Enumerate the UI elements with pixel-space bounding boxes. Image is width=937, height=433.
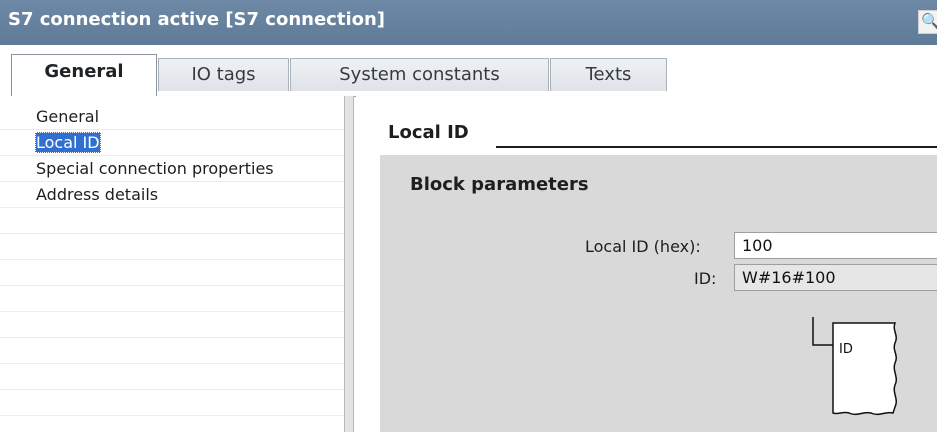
local-id-input[interactable] bbox=[734, 232, 937, 259]
tab-system-constants[interactable]: System constants bbox=[290, 58, 549, 91]
section-divider bbox=[496, 146, 937, 148]
nav-row-address-details[interactable]: Address details bbox=[0, 182, 344, 208]
nav-row-empty bbox=[0, 260, 344, 286]
content-area: Local ID Block parameters Local ID (hex)… bbox=[356, 96, 937, 432]
nav-row-general[interactable]: General bbox=[0, 104, 344, 130]
block-diagram-icon: ID bbox=[812, 317, 898, 416]
id-value-field: W#16#100 bbox=[734, 264, 937, 291]
panel-splitter[interactable] bbox=[344, 96, 354, 432]
properties-button[interactable]: 🔍 P bbox=[918, 10, 937, 34]
nav-item-general[interactable]: General bbox=[35, 106, 100, 127]
id-label: ID: bbox=[694, 269, 717, 288]
panel-title: Block parameters bbox=[410, 174, 589, 195]
window-title: S7 connection active [S7 connection] bbox=[8, 9, 386, 30]
nav-item-address-details[interactable]: Address details bbox=[35, 184, 159, 205]
nav-row-empty bbox=[0, 364, 344, 390]
nav-row-empty bbox=[0, 312, 344, 338]
properties-magnifier-icon: 🔍 bbox=[921, 12, 937, 30]
left-navigation: General Local ID Special connection prop… bbox=[0, 96, 344, 432]
nav-row-empty bbox=[0, 338, 344, 364]
nav-item-special-connection-properties[interactable]: Special connection properties bbox=[35, 158, 275, 179]
nav-row-local-id[interactable]: Local ID bbox=[0, 130, 344, 156]
local-id-label: Local ID (hex): bbox=[585, 237, 701, 256]
nav-row-empty bbox=[0, 286, 344, 312]
nav-item-local-id[interactable]: Local ID bbox=[35, 132, 101, 153]
section-title: Local ID bbox=[388, 122, 469, 143]
nav-row-special-connection-properties[interactable]: Special connection properties bbox=[0, 156, 344, 182]
tab-general[interactable]: General bbox=[11, 54, 157, 96]
block-pin-label: ID bbox=[839, 342, 853, 357]
block-parameters-panel: Block parameters Local ID (hex): ID: W#1… bbox=[380, 155, 937, 432]
tab-strip: General IO tags System constants Texts bbox=[0, 45, 937, 97]
tab-io-tags[interactable]: IO tags bbox=[158, 58, 289, 91]
nav-row-empty bbox=[0, 208, 344, 234]
tab-texts[interactable]: Texts bbox=[550, 58, 667, 91]
window-title-bar: S7 connection active [S7 connection] 🔍 P bbox=[0, 0, 937, 45]
nav-row-empty bbox=[0, 390, 344, 416]
nav-row-empty bbox=[0, 234, 344, 260]
